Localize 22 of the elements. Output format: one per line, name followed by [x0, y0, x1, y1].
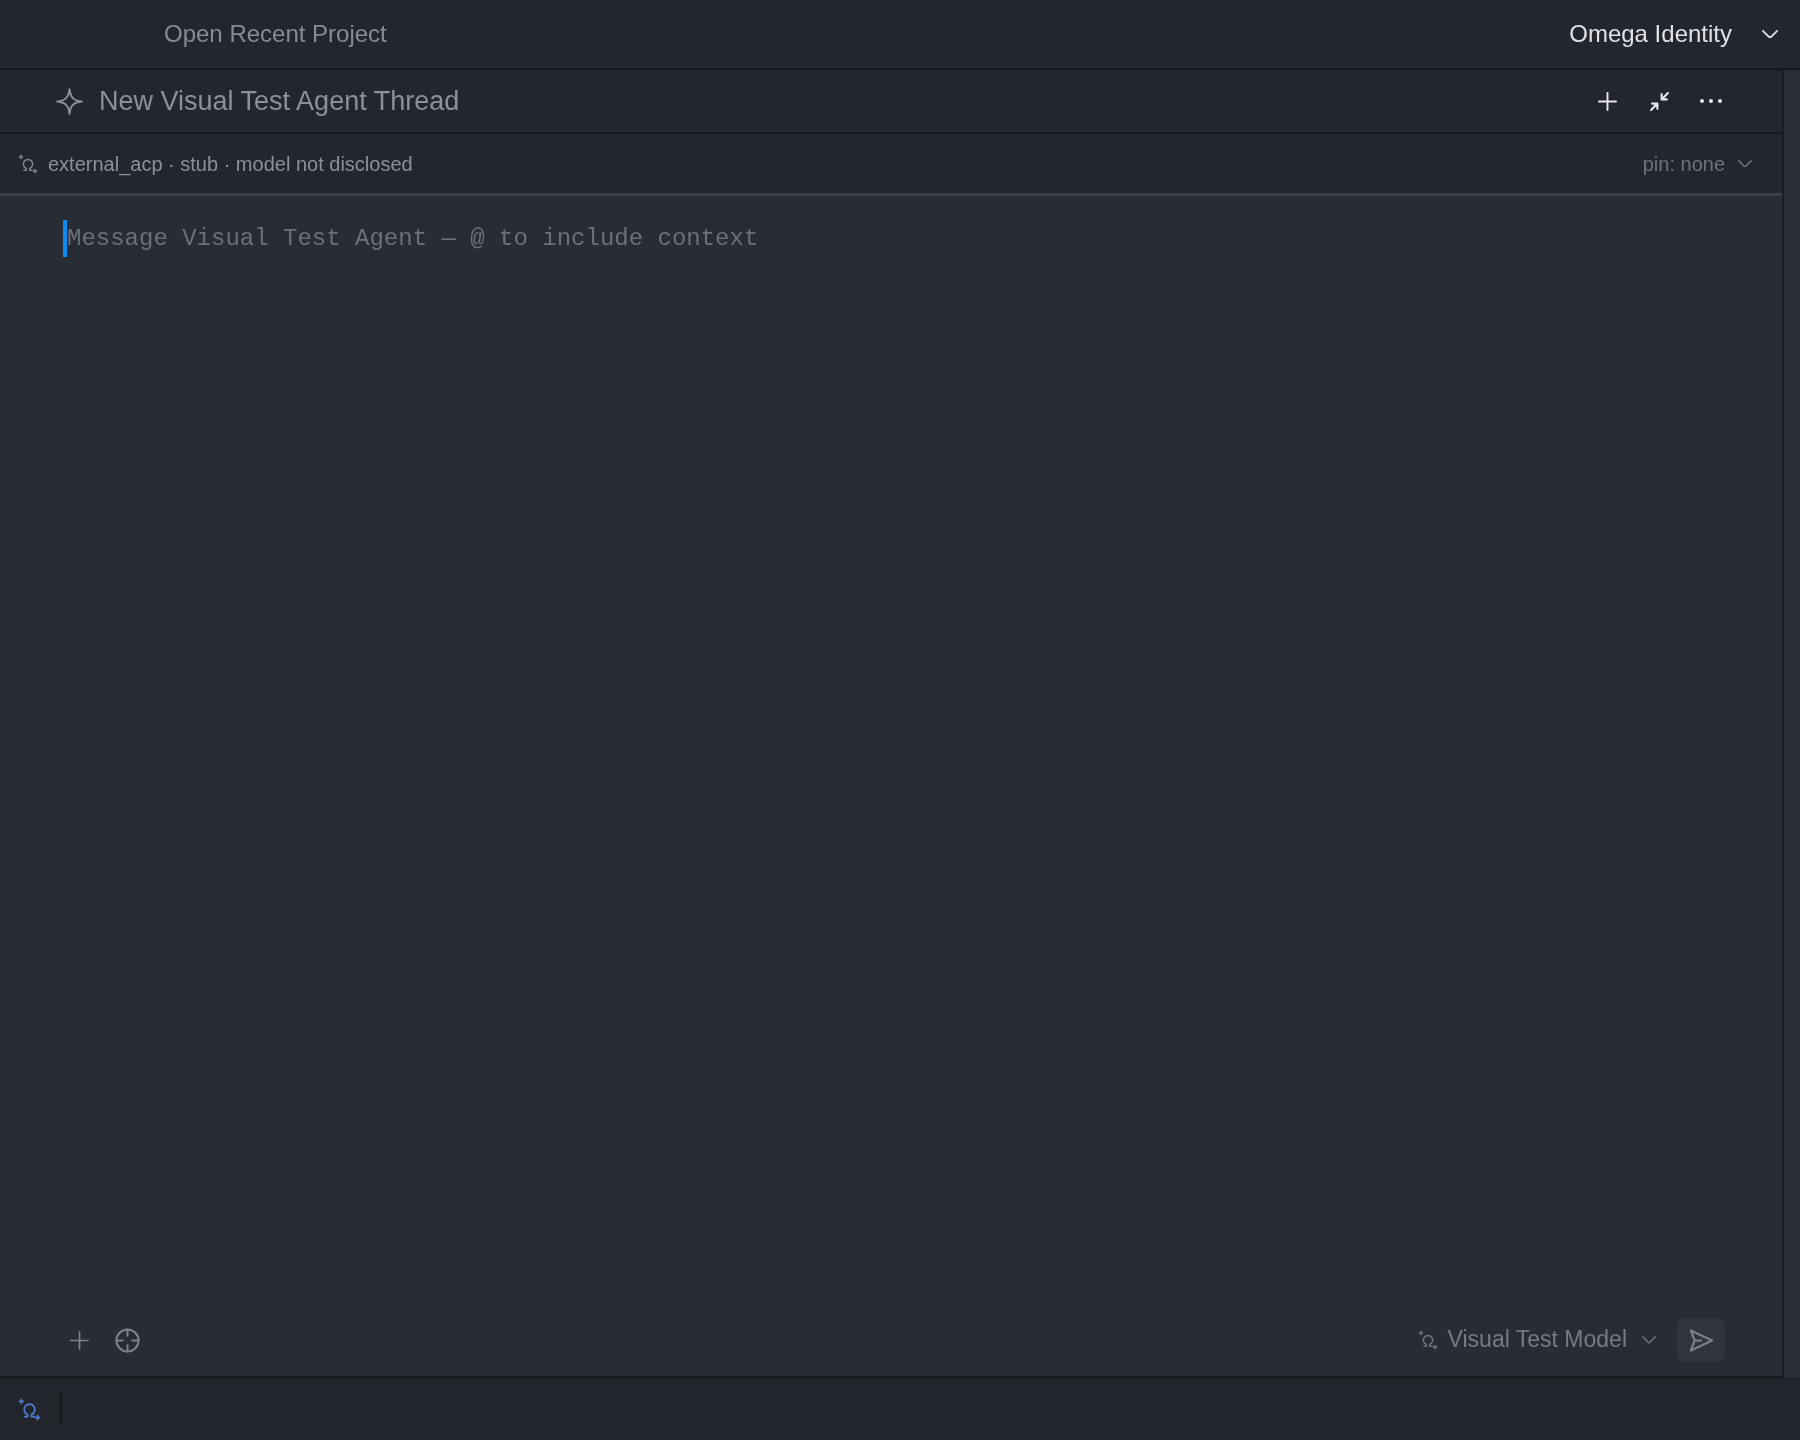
send-button[interactable]: [1677, 1318, 1725, 1362]
pin-dropdown[interactable]: pin: none: [1642, 151, 1752, 176]
sparkle-icon: [56, 87, 83, 115]
message-field[interactable]: Message Visual Test Agent — @ to include context: [67, 220, 1725, 257]
chevron-down-icon: [1738, 159, 1752, 168]
agent-status-button[interactable]: [18, 1397, 41, 1421]
open-recent-project-button[interactable]: Open Recent Project: [164, 19, 387, 49]
plus-icon: [69, 1330, 89, 1350]
chevron-down-icon: [1642, 1336, 1656, 1344]
model-selector[interactable]: Visual Test Model: [1417, 1326, 1656, 1354]
omega-icon: [1417, 1330, 1438, 1350]
send-icon: [1688, 1328, 1714, 1352]
thread-title: New Visual Test Agent Thread: [99, 84, 460, 118]
chevron-down-icon: [1762, 29, 1778, 39]
omega-icon: [18, 153, 38, 174]
omega-icon: [18, 1397, 41, 1421]
collapse-icon: [1648, 90, 1670, 112]
more-icon: [1699, 98, 1723, 104]
identity-dropdown[interactable]: Omega Identity: [1569, 19, 1778, 49]
agent-details-text: external_acp · stub · model not disclosed: [48, 151, 413, 178]
plus-icon: [1597, 91, 1617, 111]
crosshair-icon: [114, 1327, 140, 1353]
